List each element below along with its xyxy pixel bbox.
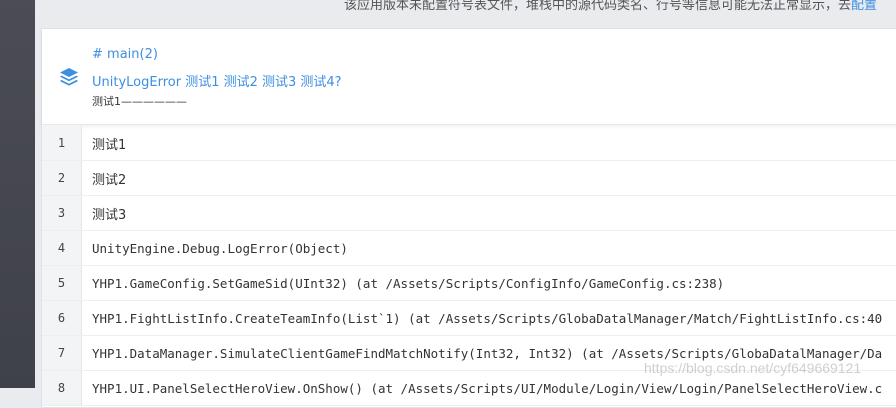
line-number: 3 <box>42 196 82 230</box>
notice-text: 该应用版本未配置符号表文件，堆栈中的源代码类名、行号等信息可能无法正常显示，去 <box>344 0 852 13</box>
stack-frame-text: YHP1.UI.PanelSelectHeroView.OnShow() (at… <box>92 380 883 396</box>
issue-title[interactable]: UnityLogError 测试1 测试2 测试3 测试4? <box>92 71 342 90</box>
stack-row: 6 YHP1.FightListInfo.CreateTeamInfo(List… <box>42 301 896 336</box>
line-number: 4 <box>42 231 82 265</box>
stack-frame-text: 测试3 <box>92 207 127 223</box>
stack-row: 8 YHP1.UI.PanelSelectHeroView.OnShow() (… <box>42 371 896 406</box>
stack-frame-text: YHP1.FightListInfo.CreateTeamInfo(List`1… <box>92 310 883 326</box>
symbol-table-notice: 该应用版本未配置符号表文件，堆栈中的源代码类名、行号等信息可能无法正常显示，去配… <box>344 0 896 14</box>
issue-card: # main(2) UnityLogError 测试1 测试2 测试3 测试4?… <box>41 28 896 408</box>
configure-link[interactable]: 配置 <box>851 0 877 13</box>
left-sidebar-strip <box>0 0 35 388</box>
stack-row: 3 测试3 <box>42 196 896 231</box>
stack-row: 2 测试2 <box>42 161 896 196</box>
line-number: 7 <box>42 336 82 370</box>
line-number: 6 <box>42 301 82 335</box>
stack-frame-text: YHP1.GameConfig.SetGameSid(UInt32) (at /… <box>92 275 725 291</box>
issue-subtitle: 测试1—————— <box>92 95 187 108</box>
issue-header: # main(2) UnityLogError 测试1 测试2 测试3 测试4?… <box>42 29 896 125</box>
line-number: 2 <box>42 161 82 195</box>
line-number: 8 <box>42 371 82 405</box>
line-number: 5 <box>42 266 82 300</box>
stack-row: 5 YHP1.GameConfig.SetGameSid(UInt32) (at… <box>42 266 896 301</box>
stack-row: 1 测试1 <box>42 126 896 161</box>
stack-frame-text: 测试2 <box>92 172 127 188</box>
line-number: 1 <box>42 126 82 160</box>
stack-row: 4 UnityEngine.Debug.LogError(Object) <box>42 231 896 266</box>
thread-tag[interactable]: # main(2) <box>92 47 158 62</box>
layers-icon <box>60 68 78 86</box>
blog-watermark: https://blog.csdn.net/cyf649669121 <box>644 360 862 376</box>
stack-frame-text: 测试1 <box>92 137 127 153</box>
stack-frame-text: UnityEngine.Debug.LogError(Object) <box>92 240 348 256</box>
